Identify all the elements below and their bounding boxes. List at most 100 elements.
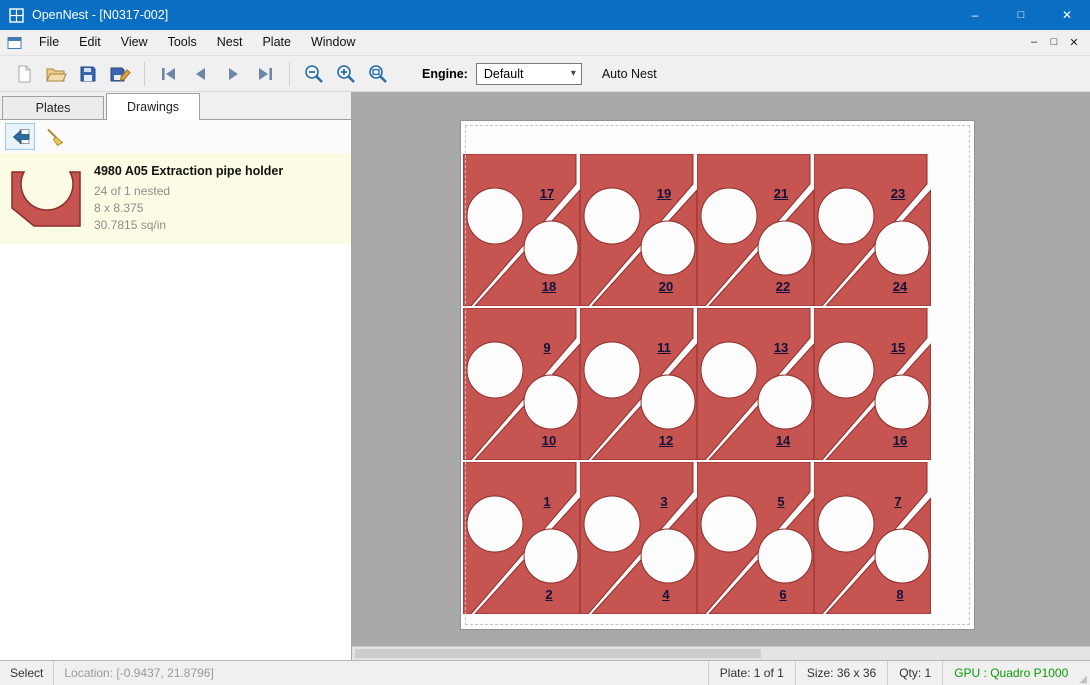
resize-grip-icon[interactable]: ◢: [1079, 674, 1090, 685]
zoom-fit-icon: [367, 63, 389, 85]
maximize-button[interactable]: □: [998, 0, 1044, 30]
menu-window[interactable]: Window: [301, 30, 365, 55]
nested-part-pair[interactable]: 3 4: [580, 462, 697, 614]
part-pair-shape: [697, 154, 814, 306]
tab-drawings[interactable]: Drawings: [106, 93, 200, 120]
part-number: 22: [776, 279, 790, 294]
part-hole-bottom: [758, 221, 812, 275]
minimize-button[interactable]: –: [952, 0, 998, 30]
menu-nest[interactable]: Nest: [207, 30, 253, 55]
drawings-list-empty-area: [0, 244, 351, 660]
horizontal-scrollbar[interactable]: [352, 646, 1090, 660]
previous-plate-button[interactable]: [185, 59, 217, 89]
part-number: 2: [545, 587, 552, 602]
menu: FileEditViewToolsNestPlateWindow: [29, 30, 365, 55]
nest-canvas[interactable]: 17 18 19 20 21 22 23 24: [352, 92, 1090, 660]
part-hole-bottom: [641, 529, 695, 583]
drawings-toolbar: [0, 120, 351, 153]
part-pair-shape: [463, 308, 580, 460]
nested-part-pair[interactable]: 13 14: [697, 308, 814, 460]
part-number: 23: [891, 186, 905, 201]
nested-part-pair[interactable]: 5 6: [697, 462, 814, 614]
auto-nest-button[interactable]: Auto Nest: [602, 67, 657, 81]
part-number: 10: [542, 433, 556, 448]
drawing-nested-count: 24 of 1 nested: [94, 183, 283, 200]
save-icon: [78, 64, 98, 84]
zoom-in-icon: [335, 63, 357, 85]
clear-drawings-button[interactable]: [40, 123, 70, 150]
mdi-close-button[interactable]: ✕: [1064, 36, 1084, 49]
part-number: 15: [891, 340, 905, 355]
open-button[interactable]: [40, 59, 72, 89]
last-plate-button[interactable]: [249, 59, 281, 89]
nested-part-pair[interactable]: 9 10: [463, 308, 580, 460]
menu-tools[interactable]: Tools: [158, 30, 207, 55]
part-number: 9: [543, 340, 550, 355]
menu-file[interactable]: File: [29, 30, 69, 55]
nested-part-pair[interactable]: 1 2: [463, 462, 580, 614]
go-last-icon: [256, 66, 274, 82]
part-number: 21: [774, 186, 788, 201]
part-hole-top: [701, 188, 757, 244]
status-size: Size: 36 x 36: [795, 661, 887, 685]
part-number: 7: [894, 494, 901, 509]
part-hole-top: [584, 188, 640, 244]
mdi-restore-button[interactable]: □: [1044, 36, 1064, 49]
save-edit-button[interactable]: [104, 59, 136, 89]
engine-select[interactable]: Default ▾: [476, 63, 582, 85]
status-plate: Plate: 1 of 1: [708, 661, 795, 685]
mdi-minimize-button[interactable]: –: [1024, 36, 1044, 49]
close-button[interactable]: ✕: [1044, 0, 1090, 30]
part-hole-top: [467, 342, 523, 398]
part-pair-shape: [697, 308, 814, 460]
part-pair-shape: [814, 462, 931, 614]
nested-part-pair[interactable]: 15 16: [814, 308, 931, 460]
main-area: Plates Drawings 4980 A05 Extraction pipe…: [0, 92, 1090, 660]
toolbar-separator: [289, 62, 290, 86]
status-qty: Qty: 1: [887, 661, 942, 685]
scrollbar-thumb[interactable]: [355, 649, 761, 658]
nested-part-pair[interactable]: 19 20: [580, 154, 697, 306]
part-thumbnail: [8, 162, 84, 232]
next-plate-button[interactable]: [217, 59, 249, 89]
part-number: 17: [540, 186, 554, 201]
tab-plates[interactable]: Plates: [2, 96, 104, 119]
mdi-window-controls: – □ ✕: [1024, 36, 1084, 49]
new-button[interactable]: [8, 59, 40, 89]
nested-part-pair[interactable]: 17 18: [463, 154, 580, 306]
zoom-fit-button[interactable]: [362, 59, 394, 89]
nested-part-pair[interactable]: 23 24: [814, 154, 931, 306]
save-button[interactable]: [72, 59, 104, 89]
drawing-dimensions: 8 x 8.375: [94, 200, 283, 217]
engine-label: Engine:: [422, 67, 468, 81]
zoom-out-button[interactable]: [298, 59, 330, 89]
part-hole-top: [818, 342, 874, 398]
part-number: 16: [893, 433, 907, 448]
app-icon: [9, 8, 24, 23]
part-number: 24: [893, 279, 907, 294]
replace-drawing-button[interactable]: [5, 123, 35, 150]
chevron-down-icon: ▾: [566, 68, 581, 79]
open-folder-icon: [45, 64, 67, 84]
menu-plate[interactable]: Plate: [252, 30, 301, 55]
part-hole-bottom: [524, 221, 578, 275]
titlebar: OpenNest - [N0317-002] – □ ✕: [0, 0, 1090, 30]
save-edit-icon: [109, 64, 131, 84]
blue-arrow-left-icon: [9, 128, 31, 146]
window-controls: – □ ✕: [952, 0, 1090, 30]
drawing-list-item[interactable]: 4980 A05 Extraction pipe holder 24 of 1 …: [0, 153, 351, 244]
nested-part-pair[interactable]: 21 22: [697, 154, 814, 306]
plate[interactable]: 17 18 19 20 21 22 23 24: [460, 120, 975, 630]
engine-select-value: Default: [484, 67, 524, 81]
nested-part-pair[interactable]: 11 12: [580, 308, 697, 460]
go-previous-icon: [192, 66, 210, 82]
zoom-in-button[interactable]: [330, 59, 362, 89]
menu-view[interactable]: View: [111, 30, 158, 55]
menu-edit[interactable]: Edit: [69, 30, 111, 55]
part-number: 20: [659, 279, 673, 294]
part-number: 3: [660, 494, 667, 509]
part-pair-shape: [814, 308, 931, 460]
part-number: 18: [542, 279, 556, 294]
first-plate-button[interactable]: [153, 59, 185, 89]
nested-part-pair[interactable]: 7 8: [814, 462, 931, 614]
